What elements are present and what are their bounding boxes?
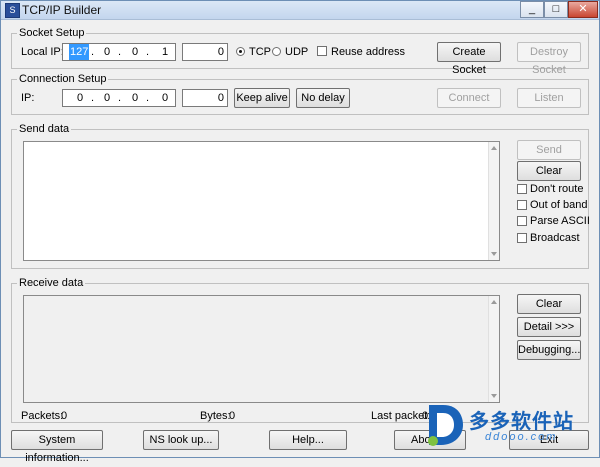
remote-ip-input[interactable]: 0 . 0 . 0 . 0 <box>62 89 176 107</box>
connection-setup-legend: Connection Setup <box>17 73 109 85</box>
scroll-down-icon[interactable] <box>491 394 497 398</box>
socket-setup-group: Socket Setup Local IP: 127 . 0 . 0 . 1 0… <box>11 27 589 76</box>
app-icon[interactable]: S <box>5 3 20 18</box>
reuse-address-checkbox[interactable] <box>317 46 327 56</box>
connection-setup-group: Connection Setup IP: 0 . 0 . 0 . 0 0 Kee… <box>11 73 589 115</box>
minimize-button[interactable]: _ <box>520 1 544 18</box>
debugging-button[interactable]: Debugging... <box>517 340 581 360</box>
detail-button[interactable]: Detail >>> <box>517 317 581 337</box>
reuse-address-label[interactable]: Reuse address <box>331 46 405 58</box>
parse-ascii-label[interactable]: Parse ASCII <box>530 215 590 227</box>
send-data-legend: Send data <box>17 123 72 135</box>
scroll-down-icon[interactable] <box>491 252 497 256</box>
system-information-button[interactable]: System information... <box>11 430 103 464</box>
udp-label[interactable]: UDP <box>285 46 308 58</box>
watermark: 多多软件站 ddooo.com <box>419 399 599 455</box>
parse-ascii-checkbox[interactable] <box>517 216 527 226</box>
send-data-textarea[interactable] <box>23 141 500 261</box>
local-ip-octet-3[interactable]: 0 <box>132 44 138 60</box>
remote-ip-label: IP: <box>21 92 35 104</box>
out-of-band-label[interactable]: Out of band <box>530 199 588 211</box>
watermark-text: 多多软件站 <box>469 409 574 433</box>
receive-clear-button[interactable]: Clear <box>517 294 581 314</box>
watermark-url: ddooo.com <box>485 431 558 443</box>
local-ip-input[interactable]: 127 . 0 . 0 . 1 <box>62 43 176 61</box>
no-delay-button[interactable]: No delay <box>296 88 350 108</box>
scroll-up-icon[interactable] <box>491 300 497 304</box>
help-button[interactable]: Help... <box>269 430 347 450</box>
receive-data-legend: Receive data <box>17 277 86 289</box>
keep-alive-button[interactable]: Keep alive <box>234 88 290 108</box>
send-clear-button[interactable]: Clear <box>517 161 581 181</box>
packets-label: Packets: <box>21 410 64 422</box>
bytes-label: Bytes: <box>200 410 231 422</box>
remote-ip-octet-3[interactable]: 0 <box>132 90 138 106</box>
app-window: S TCP/IP Builder _ □ ✕ Socket Setup Loca… <box>0 0 600 464</box>
receive-data-scrollbar[interactable] <box>488 296 499 402</box>
ns-lookup-button[interactable]: NS look up... <box>143 430 219 450</box>
send-data-scrollbar[interactable] <box>488 142 499 260</box>
tcp-radio[interactable] <box>236 47 245 56</box>
send-data-group: Send data Send Clear Don't route Out of … <box>11 123 590 269</box>
remote-ip-octet-4[interactable]: 0 <box>162 90 168 106</box>
local-ip-octet-1[interactable]: 127 <box>69 44 90 60</box>
receive-data-textarea[interactable] <box>23 295 500 403</box>
tcp-label[interactable]: TCP <box>249 46 271 58</box>
broadcast-checkbox[interactable] <box>517 233 527 243</box>
maximize-button[interactable]: □ <box>544 1 568 18</box>
connect-button[interactable]: Connect <box>437 88 501 108</box>
scroll-up-icon[interactable] <box>491 146 497 150</box>
local-ip-octet-2[interactable]: 0 <box>104 44 110 60</box>
remote-ip-octet-2[interactable]: 0 <box>104 90 110 106</box>
create-socket-button[interactable]: Create Socket <box>437 42 501 76</box>
udp-radio[interactable] <box>272 47 281 56</box>
remote-ip-octet-1[interactable]: 0 <box>77 90 83 106</box>
out-of-band-checkbox[interactable] <box>517 200 527 210</box>
listen-button[interactable]: Listen <box>517 88 581 108</box>
remote-port-input[interactable]: 0 <box>182 89 228 107</box>
local-ip-label: Local IP: <box>21 46 64 58</box>
socket-setup-legend: Socket Setup <box>17 27 87 39</box>
window-title: TCP/IP Builder <box>22 3 102 17</box>
bytes-value: 0 <box>229 410 236 422</box>
packets-value: 0 <box>61 410 68 422</box>
dont-route-label[interactable]: Don't route <box>530 183 583 195</box>
local-ip-octet-4[interactable]: 1 <box>162 44 168 60</box>
local-port-input[interactable]: 0 <box>182 43 228 61</box>
watermark-logo-icon <box>428 405 463 446</box>
close-button[interactable]: ✕ <box>568 1 598 18</box>
destroy-socket-button[interactable]: Destroy Socket <box>517 42 581 76</box>
title-bar[interactable]: S TCP/IP Builder _ □ ✕ <box>1 1 599 20</box>
dont-route-checkbox[interactable] <box>517 184 527 194</box>
send-button[interactable]: Send <box>517 140 581 160</box>
broadcast-label[interactable]: Broadcast <box>530 232 580 244</box>
